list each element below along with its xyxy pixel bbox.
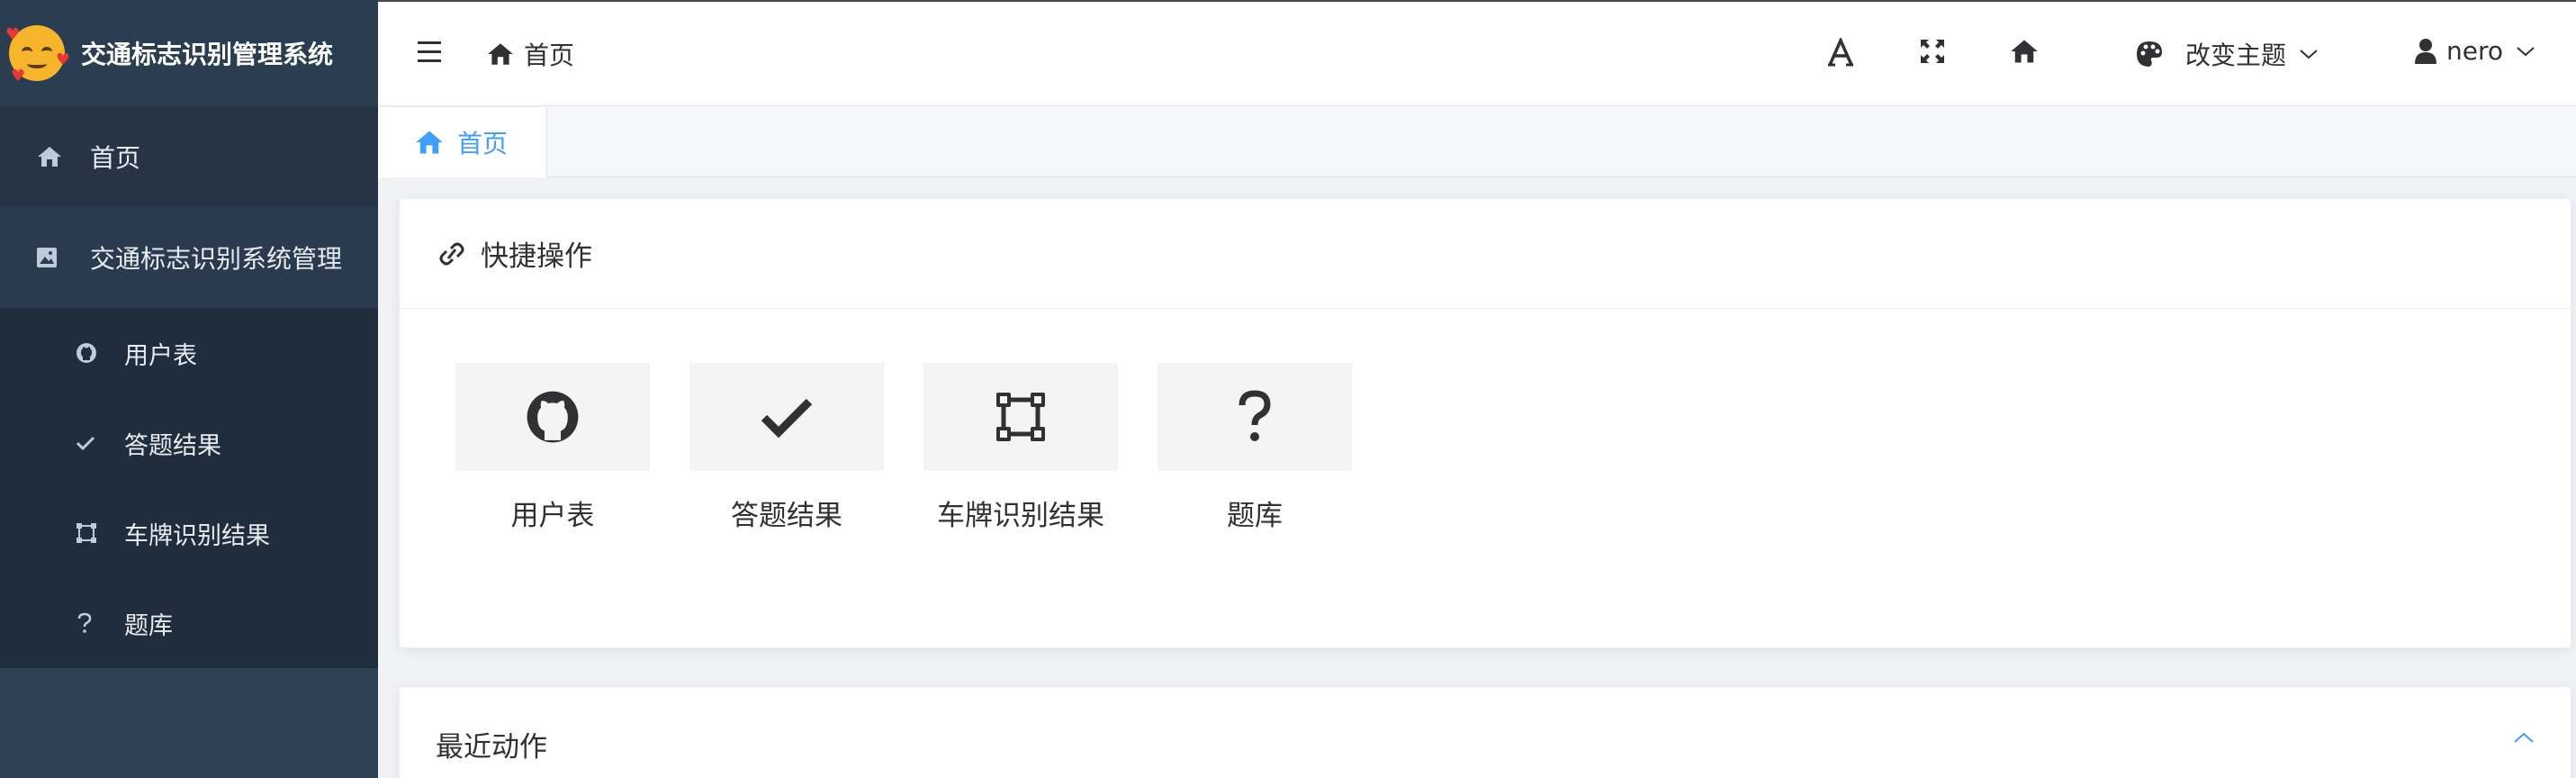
app-title: 交通标志识别管理系统: [81, 40, 334, 69]
shortcut-label: 答题结果: [731, 500, 842, 532]
user-dropdown[interactable]: nero: [2414, 36, 2535, 66]
check-icon: [761, 398, 813, 438]
breadcrumb: 首页: [486, 36, 574, 72]
shortcut-icon-box[interactable]: [689, 363, 884, 471]
sidebar: ♥♥♥ 交通标志识别管理系统 首页 交通标志识别系统管理 用户表 答题结果: [0, 0, 378, 778]
card-header: 最近动作: [400, 687, 2571, 778]
recent-actions-card: 最近动作: [399, 686, 2571, 778]
vector-square-icon: [996, 393, 1045, 441]
hamburger-menu-icon[interactable]: [418, 41, 441, 68]
link-icon: [439, 242, 464, 265]
card-title: 最近动作: [436, 730, 547, 764]
home-icon: [36, 145, 70, 168]
theme-label: 改变主题: [2185, 41, 2287, 70]
shortcut-list: 用户表 答题结果 车牌识别结果 题库: [455, 363, 1392, 533]
shortcut-label: 车牌识别结果: [937, 500, 1104, 532]
check-icon: [76, 435, 101, 451]
shortcut-user-table[interactable]: 用户表: [455, 363, 650, 533]
github-icon: [76, 342, 101, 364]
home-icon: [488, 43, 513, 65]
chevron-down-icon: [2517, 46, 2535, 56]
breadcrumb-item[interactable]: 首页: [524, 36, 574, 72]
sidebar-item-label: 交通标志识别系统管理: [90, 244, 343, 274]
quick-actions-card: 快捷操作 用户表 答题结果 车牌识别结果 题库: [399, 198, 2571, 648]
shortcut-label: 用户表: [510, 500, 595, 532]
shortcut-answer-results[interactable]: 答题结果: [689, 363, 884, 533]
chevron-down-icon: [2300, 50, 2318, 59]
sidebar-logo[interactable]: ♥ ♥ ♥ 交通标志识别管理系统: [0, 0, 378, 106]
shortcut-label: 题库: [1227, 500, 1283, 532]
sidebar-item-label: 首页: [90, 143, 141, 173]
shortcut-question-bank[interactable]: 题库: [1157, 363, 1352, 533]
chevron-up-icon[interactable]: [2513, 730, 2535, 747]
tag-label: 首页: [457, 129, 509, 158]
shortcut-icon-box[interactable]: [455, 363, 650, 471]
user-name: nero: [2446, 36, 2503, 66]
sidebar-item-label: 答题结果: [124, 431, 221, 460]
sidebar-item-question-bank[interactable]: 题库: [0, 578, 378, 668]
shortcut-icon-box[interactable]: [923, 363, 1118, 471]
palette-icon: [2137, 41, 2162, 67]
tags-view-bar: 首页: [378, 107, 2576, 177]
fullscreen-icon[interactable]: [1919, 38, 1946, 68]
home-icon[interactable]: [2009, 38, 2040, 68]
card-title: 快捷操作: [481, 240, 592, 273]
shortcut-plate-results[interactable]: 车牌识别结果: [923, 363, 1118, 533]
question-icon: [76, 611, 101, 635]
user-icon: [2415, 38, 2436, 64]
sidebar-item-label: 车牌识别结果: [124, 521, 270, 550]
sidebar-item-traffic-sign-management[interactable]: 交通标志识别系统管理: [0, 207, 378, 308]
sidebar-item-user-table[interactable]: 用户表: [0, 308, 378, 398]
top-navbar: 首页 改变主题 nero: [378, 0, 2576, 106]
smiling-face-with-hearts-icon: ♥ ♥ ♥: [5, 25, 70, 86]
sidebar-item-label: 题库: [124, 611, 173, 640]
sidebar-item-label: 用户表: [124, 341, 197, 370]
github-icon: [527, 391, 579, 443]
change-theme-dropdown[interactable]: 改变主题: [2135, 36, 2319, 72]
image-icon: [36, 247, 70, 268]
font-size-icon[interactable]: [1827, 36, 1854, 72]
vector-square-icon: [76, 522, 101, 544]
sidebar-item-plate-results[interactable]: 车牌识别结果: [0, 488, 378, 578]
question-icon: [1238, 390, 1271, 441]
tag-home[interactable]: 首页: [378, 107, 547, 177]
sidebar-item-home[interactable]: 首页: [0, 106, 378, 207]
sidebar-item-answer-results[interactable]: 答题结果: [0, 398, 378, 488]
home-icon: [416, 131, 443, 154]
card-header: 快捷操作: [400, 199, 2571, 309]
shortcut-icon-box[interactable]: [1157, 363, 1352, 471]
sidebar-submenu: 用户表 答题结果 车牌识别结果 题库: [0, 308, 378, 668]
